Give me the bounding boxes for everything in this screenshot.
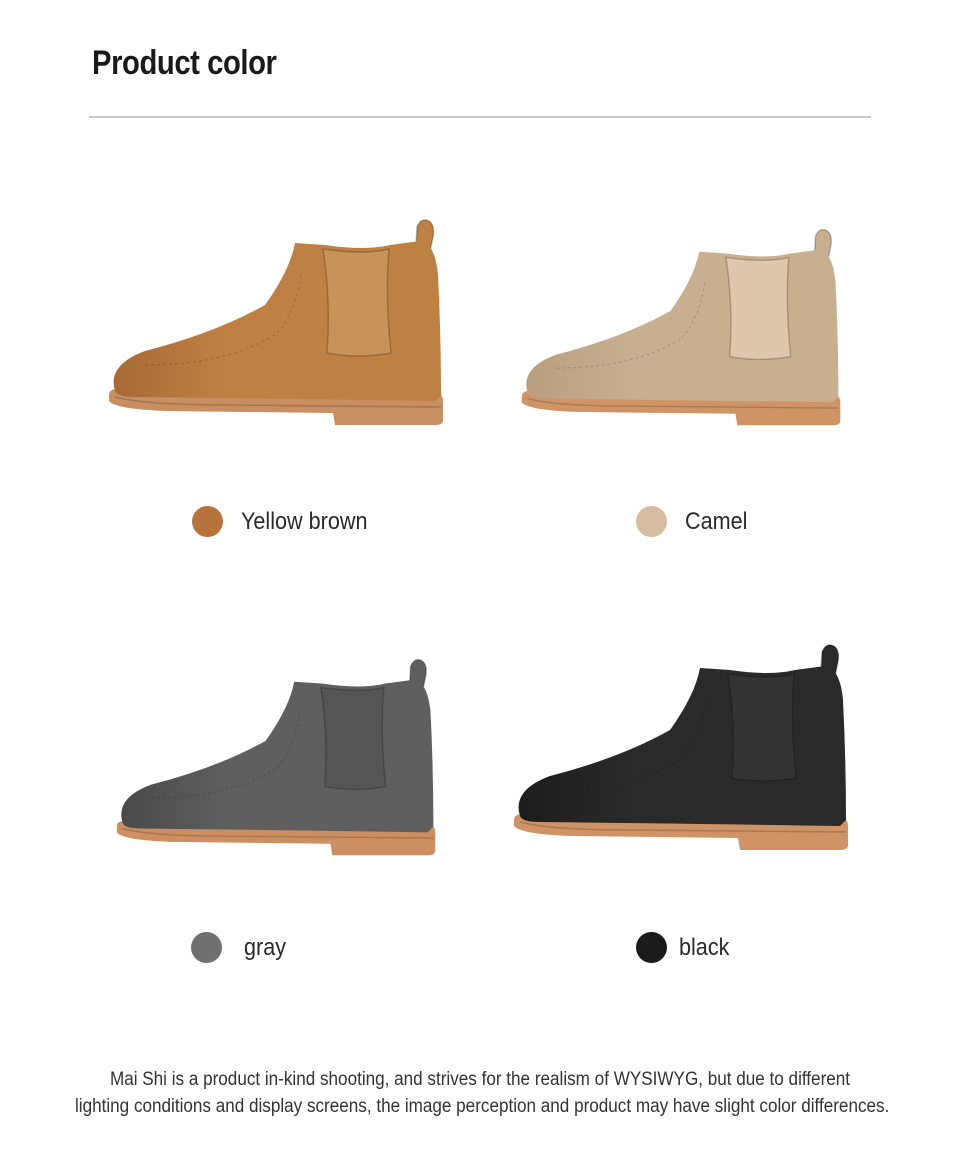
boot-upper — [113, 241, 441, 401]
boot-image-black — [510, 640, 855, 855]
color-swatch — [191, 932, 222, 963]
boot-elastic-panel — [727, 673, 797, 782]
boot-upper — [526, 249, 839, 403]
color-label: black — [679, 933, 730, 961]
disclaimer-line-2: lighting conditions and display screens,… — [75, 1096, 890, 1117]
title-divider — [89, 116, 871, 118]
color-label: Camel — [685, 507, 748, 535]
color-label: Yellow brown — [241, 507, 368, 535]
boot-elastic-panel — [725, 256, 792, 361]
color-swatch — [636, 506, 667, 537]
color-option-gray[interactable]: gray — [191, 932, 291, 963]
boot-upper — [518, 666, 846, 826]
color-swatch — [636, 932, 667, 963]
boot-image-yellow-brown — [105, 215, 450, 430]
boot-image-gray — [105, 655, 450, 860]
boot-elastic-panel — [322, 248, 392, 357]
color-option-black[interactable]: black — [636, 932, 735, 963]
color-swatch — [192, 506, 223, 537]
color-disclaimer: Mai Shi is a product in-kind shooting, a… — [30, 1066, 930, 1120]
disclaimer-line-1: Mai Shi is a product in-kind shooting, a… — [109, 1069, 851, 1090]
boot-elastic-panel — [320, 686, 387, 791]
color-option-yellow-brown[interactable]: Yellow brown — [192, 506, 382, 537]
boot-image-camel — [510, 225, 855, 430]
boot-upper — [121, 679, 434, 833]
color-option-camel[interactable]: Camel — [636, 506, 754, 537]
color-label: gray — [244, 933, 287, 961]
page-title: Product color — [92, 44, 277, 82]
